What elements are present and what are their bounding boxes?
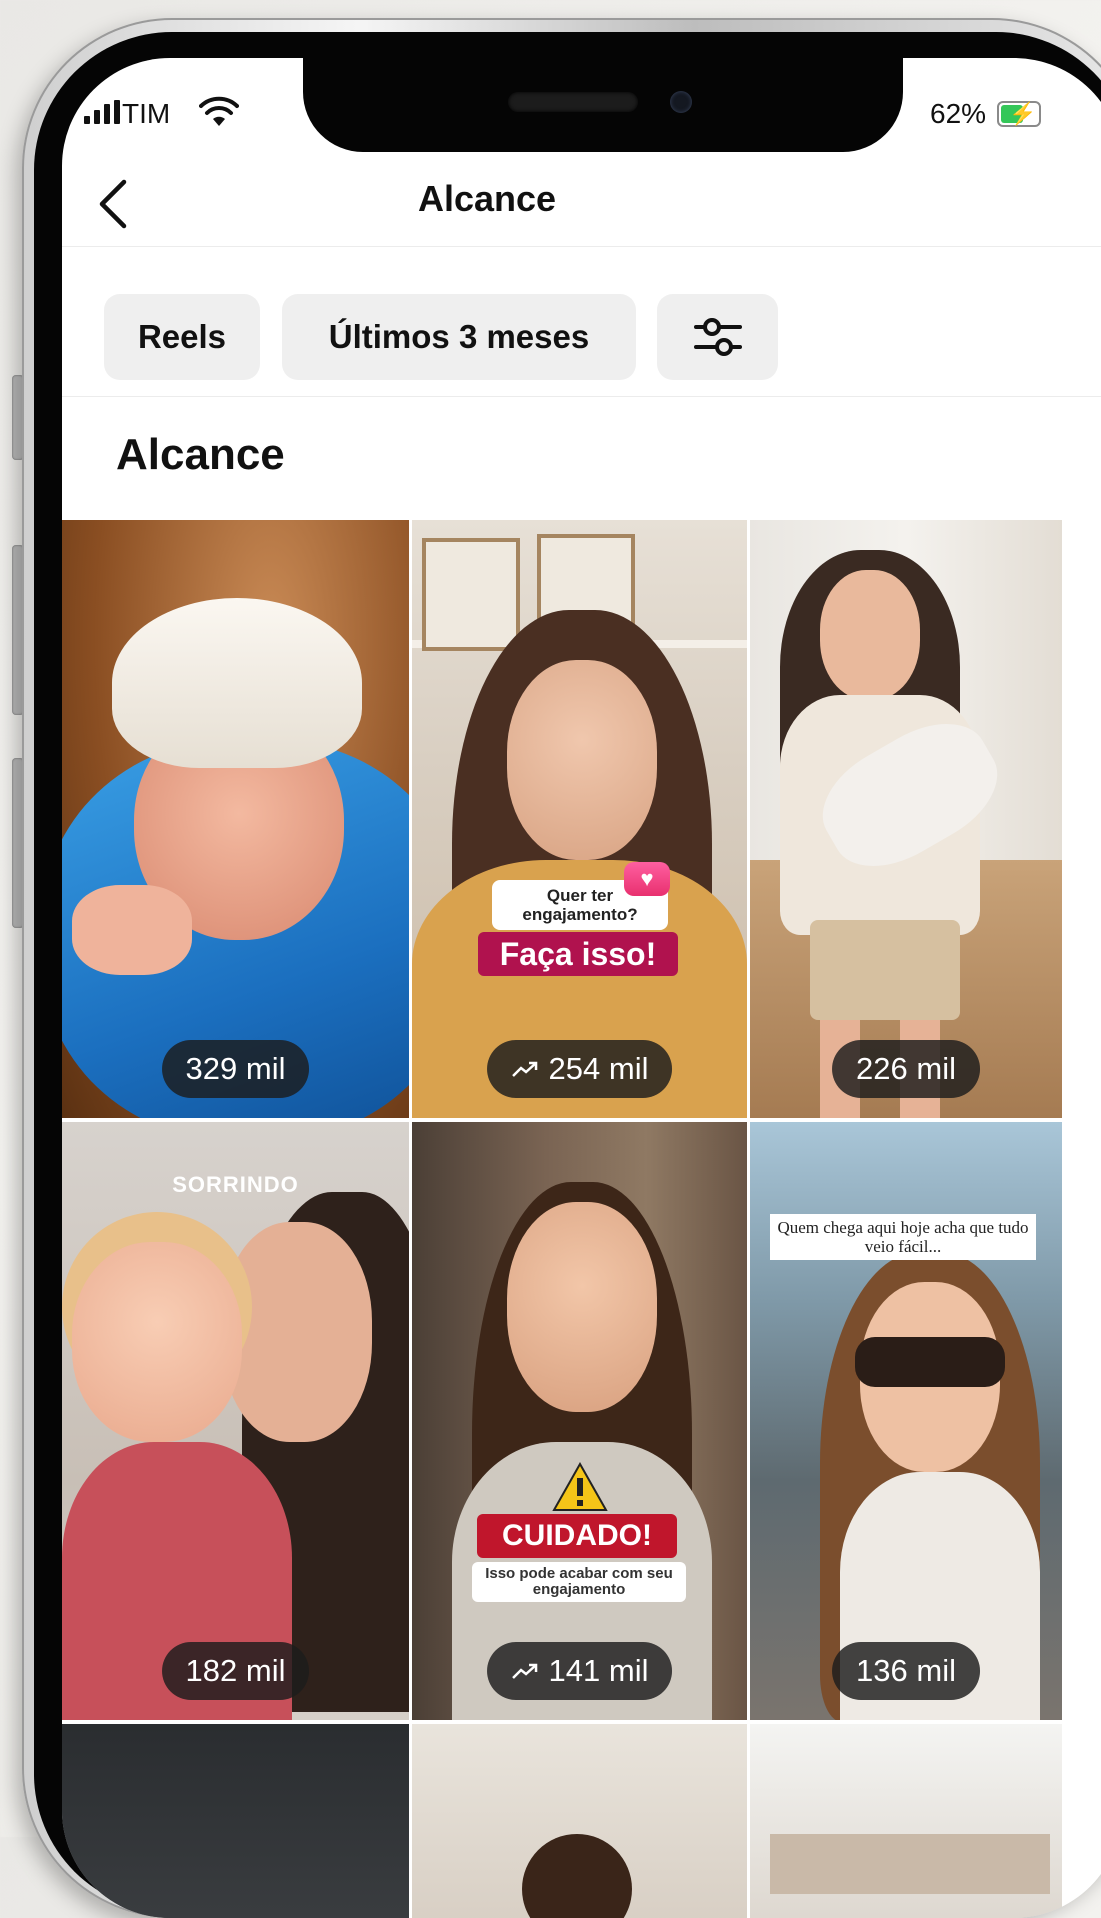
reach-value: 226 mil	[856, 1051, 956, 1086]
reel-thumbnail[interactable]	[62, 1724, 409, 1918]
reach-badge: 141 mil	[486, 1642, 673, 1700]
earpiece-speaker	[508, 92, 638, 112]
wifi-icon	[199, 96, 239, 126]
wall-frame	[422, 538, 520, 651]
sunglasses	[855, 1337, 1005, 1387]
reach-value: 254 mil	[548, 1051, 649, 1086]
filter-bar: Reels Últimos 3 meses	[62, 248, 1101, 397]
overlay-caption: Quem chega aqui hoje acha que tudo veio …	[770, 1214, 1036, 1260]
trending-up-icon	[511, 1061, 537, 1077]
woman-face	[507, 1202, 657, 1412]
baby-hand	[72, 885, 192, 975]
overlay-headline: CUIDADO!	[477, 1514, 677, 1558]
sliders-icon	[693, 318, 742, 356]
shorts	[810, 920, 960, 1020]
reel-thumbnail[interactable]: Quem chega aqui hoje acha que tudo veio …	[750, 1122, 1062, 1720]
window-frame	[770, 1834, 1050, 1894]
reach-value: 141 mil	[548, 1653, 649, 1688]
thumbnail-image	[62, 1724, 409, 1918]
reel-thumbnail[interactable]: 226 mil	[750, 520, 1062, 1118]
overlay-caption: SORRINDO	[172, 1172, 299, 1197]
woman-face	[820, 570, 920, 700]
signal-icon	[84, 100, 120, 124]
page-title: Alcance	[417, 178, 557, 219]
charging-icon: ⚡	[1009, 101, 1037, 126]
reach-badge: 136 mil	[832, 1642, 980, 1700]
section-title: Alcance	[116, 430, 285, 479]
reel-thumbnail[interactable]: Quer ter engajamento? ♥ Faça isso! 254 m…	[412, 520, 747, 1118]
woman-face	[507, 660, 657, 860]
baby-hat	[112, 598, 362, 768]
reach-badge: 329 mil	[161, 1040, 310, 1098]
battery-percent: 62%	[930, 98, 987, 129]
carrier-label: TIM	[122, 98, 171, 129]
battery-icon: ⚡	[997, 101, 1041, 127]
trending-up-icon	[511, 1663, 537, 1679]
reach-badge: 254 mil	[486, 1040, 673, 1098]
filter-settings-button[interactable]	[657, 294, 778, 380]
reach-value: 329 mil	[185, 1051, 286, 1086]
phone-screen: TIM 62% ⚡ Alcance Reels Últimos 3 meses	[62, 58, 1101, 1918]
warning-icon	[552, 1462, 608, 1511]
reel-thumbnail[interactable]	[412, 1724, 747, 1918]
heart-icon: ♥	[624, 862, 670, 896]
overlay-subtext: Isso pode acabar com seu engajamento	[472, 1562, 686, 1602]
overlay-headline: Faça isso!	[478, 932, 678, 976]
nav-header: Alcance	[62, 148, 1101, 247]
reel-thumbnail[interactable]	[750, 1724, 1062, 1918]
reach-badge: 182 mil	[161, 1642, 310, 1700]
reach-value: 182 mil	[185, 1653, 286, 1688]
content-type-filter[interactable]: Reels	[104, 294, 260, 380]
reel-thumbnail[interactable]: SORRINDO 182 mil	[62, 1122, 409, 1720]
reach-value: 136 mil	[856, 1653, 956, 1688]
reach-badge: 226 mil	[832, 1040, 980, 1098]
reel-thumbnail[interactable]: 329 mil	[62, 520, 409, 1118]
reel-thumbnail[interactable]: CUIDADO! Isso pode acabar com seu engaja…	[412, 1122, 747, 1720]
front-camera	[670, 91, 692, 113]
period-filter[interactable]: Últimos 3 meses	[282, 294, 636, 380]
toddler-face	[72, 1242, 242, 1442]
